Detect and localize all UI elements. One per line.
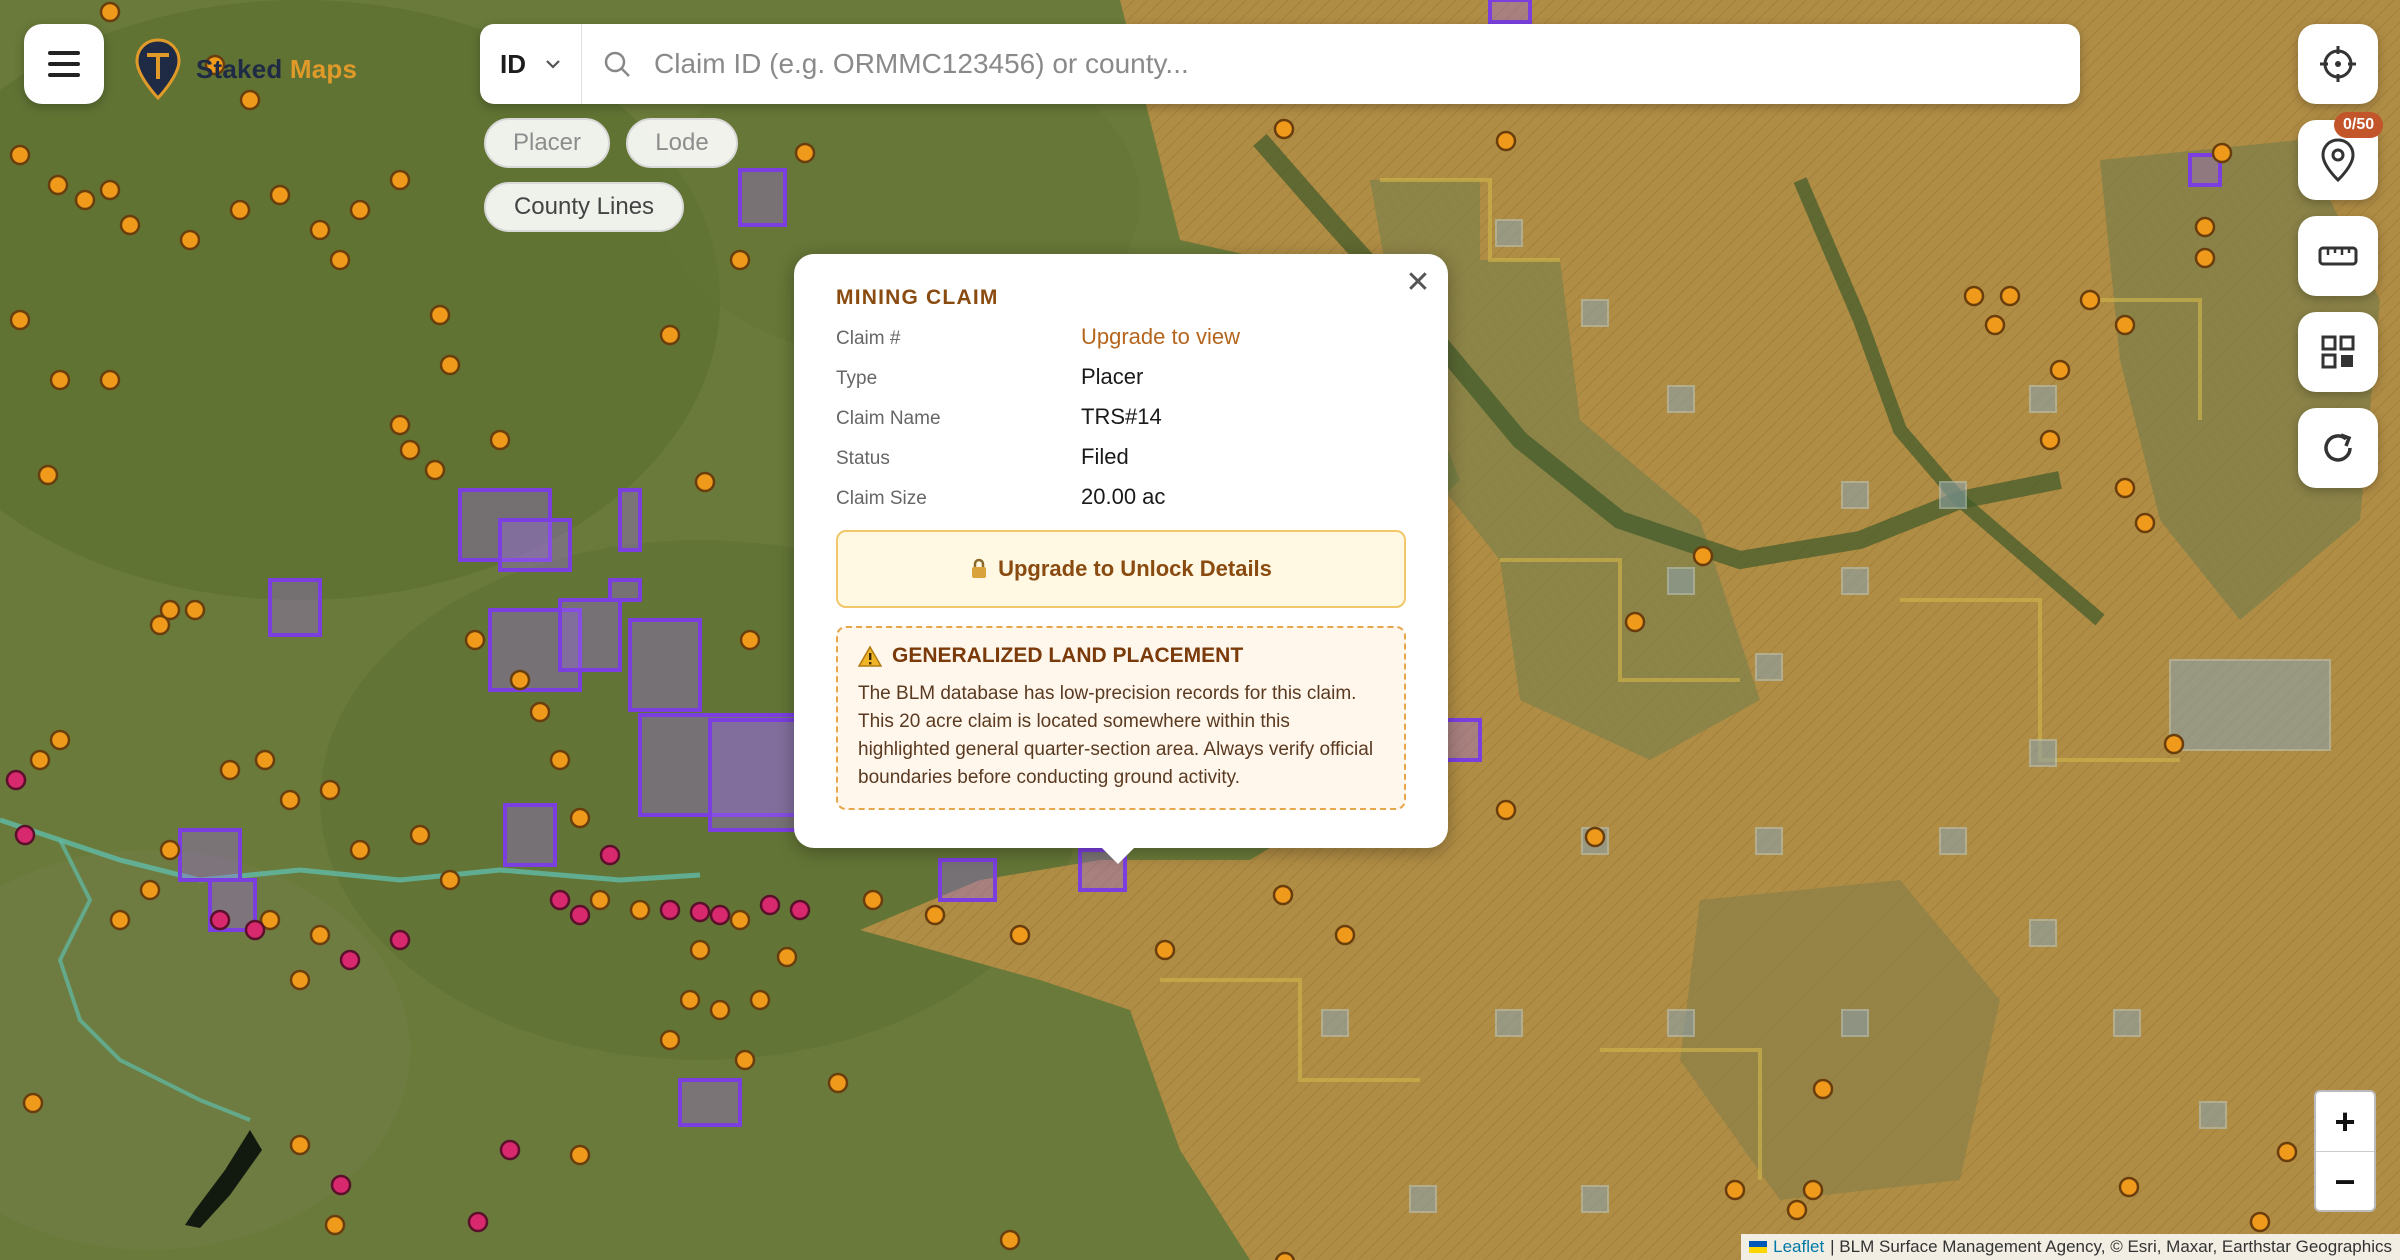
state-select[interactable]: ID — [480, 24, 582, 104]
field-value: TRS#14 — [1081, 404, 1162, 429]
map-pin-icon — [2321, 138, 2355, 182]
warning-title: GENERALIZED LAND PLACEMENT — [858, 644, 1384, 668]
crosshair-icon — [2320, 46, 2356, 82]
warning-icon — [858, 645, 882, 667]
field-label: Status — [836, 448, 890, 469]
close-icon[interactable]: ✕ — [1400, 264, 1436, 300]
lock-icon — [972, 558, 987, 578]
ukraine-flag-icon — [1749, 1241, 1768, 1253]
attribution-text: | BLM Surface Management Agency, © Esri,… — [1830, 1237, 2392, 1256]
refresh-button[interactable] — [2298, 408, 2378, 488]
popup-title: MINING CLAIM — [836, 286, 999, 309]
pins-count-badge: 0/50 — [2334, 112, 2384, 138]
measure-button[interactable] — [2298, 216, 2378, 296]
menu-button[interactable] — [24, 24, 104, 104]
zoom-out-button[interactable]: − — [2316, 1152, 2374, 1211]
map-attribution: Leaflet | BLM Surface Management Agency,… — [1741, 1234, 2400, 1260]
county-lines-toggle[interactable]: County Lines — [484, 182, 684, 232]
search-icon-wrap — [582, 50, 652, 78]
popup-tip — [1100, 846, 1136, 864]
upgrade-button-label: Upgrade to Unlock Details — [998, 556, 1272, 581]
brand-name: Staked Maps — [196, 53, 358, 84]
upgrade-button[interactable]: Upgrade to Unlock Details — [836, 530, 1406, 608]
refresh-icon — [2324, 433, 2352, 462]
ruler-icon — [2318, 246, 2358, 266]
hamburger-icon — [48, 51, 80, 77]
field-label: Claim Name — [836, 408, 941, 429]
logo-icon — [135, 38, 181, 100]
field-claim-name: Claim Name TRS#14 — [836, 404, 1406, 430]
field-status: Status Filed — [836, 444, 1406, 470]
leaflet-link[interactable]: Leaflet — [1773, 1237, 1824, 1257]
field-claim-size: Claim Size 20.00 ac — [836, 484, 1406, 510]
search-input[interactable] — [652, 23, 2080, 105]
layers-button[interactable] — [2298, 312, 2378, 392]
locate-button[interactable] — [2298, 24, 2378, 104]
field-claim-number: Claim # Upgrade to view — [836, 324, 1406, 350]
filter-lode-chip[interactable]: Lode — [626, 118, 738, 168]
brand[interactable]: Staked Maps — [134, 38, 357, 100]
grid-icon — [2321, 335, 2355, 369]
search-bar: ID — [480, 23, 2080, 105]
chevron-down-icon — [546, 60, 560, 69]
field-value: Filed — [1081, 444, 1129, 469]
field-label: Claim # — [836, 328, 901, 349]
field-label: Type — [836, 368, 878, 389]
field-type: Type Placer — [836, 364, 1406, 390]
search-icon — [604, 51, 630, 77]
upgrade-to-view-link[interactable]: Upgrade to view — [1081, 324, 1240, 350]
claim-popup: ✕ MINING CLAIM Claim # Upgrade to view T… — [794, 254, 1448, 848]
zoom-in-button[interactable]: + — [2316, 1092, 2374, 1152]
placement-warning: GENERALIZED LAND PLACEMENT The BLM datab… — [836, 626, 1406, 810]
state-select-value: ID — [500, 48, 526, 79]
filter-placer-chip[interactable]: Placer — [484, 118, 610, 168]
field-value: 20.00 ac — [1081, 484, 1166, 509]
zoom-control: + − — [2314, 1090, 2376, 1212]
field-value: Placer — [1081, 364, 1144, 389]
warning-text: The BLM database has low-precision recor… — [858, 683, 1374, 788]
field-label: Claim Size — [836, 488, 927, 509]
